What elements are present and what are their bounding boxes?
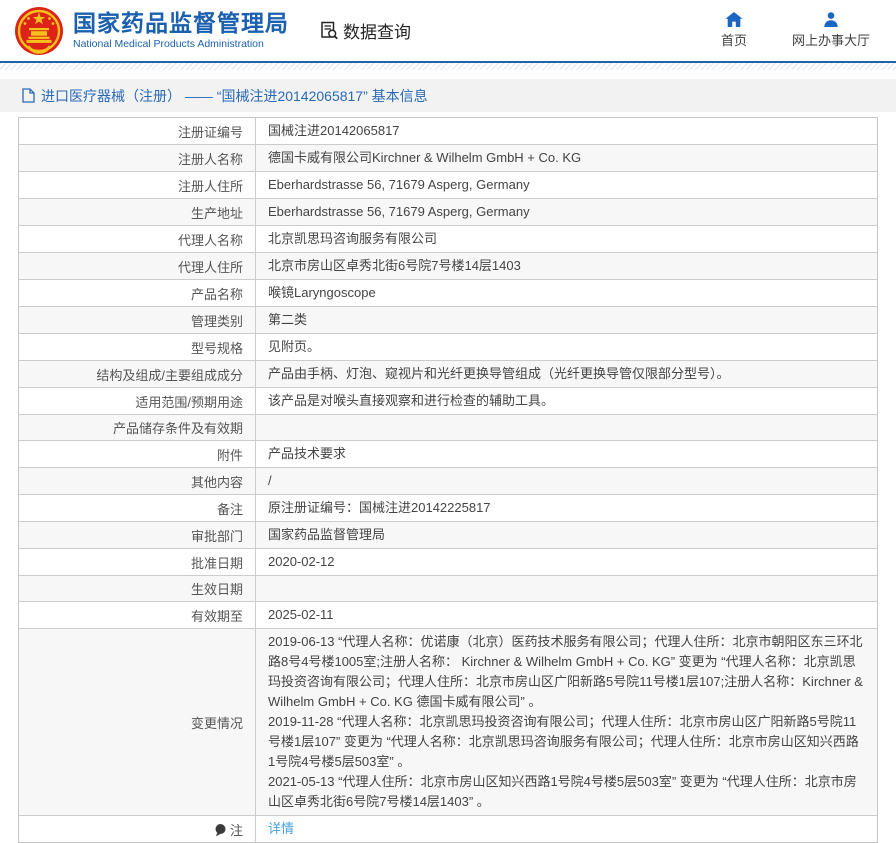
row-label: 变更情况 — [19, 629, 256, 815]
row-value: 国家药品监督管理局 — [256, 522, 877, 548]
person-icon — [823, 12, 839, 27]
table-row: 注册人名称德国卡威有限公司Kirchner & Wilhelm GmbH + C… — [19, 144, 877, 171]
row-label: 有效期至 — [19, 602, 256, 628]
table-row: 批准日期2020-02-12 — [19, 548, 877, 575]
nav-home-label: 首页 — [721, 30, 747, 49]
row-value: 2019-06-13 “代理人名称：优诺康（北京）医药技术服务有限公司；代理人住… — [256, 629, 877, 815]
table-row: 代理人住所北京市房山区卓秀北街6号院7号楼14层1403 — [19, 252, 877, 279]
table-row: 有效期至2025-02-11 — [19, 601, 877, 628]
row-label: 结构及组成/主要组成成分 — [19, 361, 256, 387]
table-row: 注册人住所Eberhardstrasse 56, 71679 Asperg, G… — [19, 171, 877, 198]
row-value: 详情 — [256, 816, 877, 842]
row-label: 产品储存条件及有效期 — [19, 415, 256, 440]
row-label: 注册人住所 — [19, 172, 256, 198]
row-value: 见附页。 — [256, 334, 877, 360]
row-label: 注 — [19, 816, 256, 842]
row-label: 生产地址 — [19, 199, 256, 225]
row-label: 批准日期 — [19, 549, 256, 575]
table-row: 附件产品技术要求 — [19, 440, 877, 467]
row-label: 附件 — [19, 441, 256, 467]
row-value — [256, 576, 877, 601]
row-label: 型号规格 — [19, 334, 256, 360]
table-row: 生产地址Eberhardstrasse 56, 71679 Asperg, Ge… — [19, 198, 877, 225]
document-icon — [22, 88, 35, 103]
table-row: 注详情 — [19, 815, 877, 842]
row-value: Eberhardstrasse 56, 71679 Asperg, German… — [256, 199, 877, 225]
row-value: 产品由手柄、灯泡、窥视片和光纤更换导管组成（光纤更换导管仅限部分型号）。 — [256, 361, 877, 387]
table-row: 产品储存条件及有效期 — [19, 414, 877, 440]
row-value: 该产品是对喉头直接观察和进行检查的辅助工具。 — [256, 388, 877, 414]
table-row: 生效日期 — [19, 575, 877, 601]
table-row: 其他内容/ — [19, 467, 877, 494]
breadcrumb-text: 进口医疗器械（注册） —— “国械注进20142065817” 基本信息 — [41, 86, 428, 106]
row-value: 德国卡威有限公司Kirchner & Wilhelm GmbH + Co. KG — [256, 145, 877, 171]
site-title: 国家药品监督管理局 — [73, 11, 289, 36]
row-value: / — [256, 468, 877, 494]
row-label: 审批部门 — [19, 522, 256, 548]
breadcrumb: 进口医疗器械（注册） —— “国械注进20142065817” 基本信息 — [0, 79, 896, 112]
table-row: 型号规格见附页。 — [19, 333, 877, 360]
row-value: 第二类 — [256, 307, 877, 333]
row-value: 原注册证编号：国械注进20142225817 — [256, 495, 877, 521]
row-value: 国械注进20142065817 — [256, 118, 877, 144]
row-label: 注册人名称 — [19, 145, 256, 171]
table-row: 结构及组成/主要组成成分产品由手柄、灯泡、窥视片和光纤更换导管组成（光纤更换导管… — [19, 360, 877, 387]
comment-bubble-icon — [214, 823, 227, 837]
row-value: 产品技术要求 — [256, 441, 877, 467]
row-label: 注册证编号 — [19, 118, 256, 144]
national-emblem-logo — [14, 6, 64, 56]
table-row: 审批部门国家药品监督管理局 — [19, 521, 877, 548]
row-label: 适用范围/预期用途 — [19, 388, 256, 414]
row-label: 备注 — [19, 495, 256, 521]
nav-home[interactable]: 首页 — [710, 12, 758, 49]
row-label: 产品名称 — [19, 280, 256, 306]
data-query-link[interactable]: 数据查询 — [319, 18, 411, 43]
table-row: 备注原注册证编号：国械注进20142225817 — [19, 494, 877, 521]
nav-service-hall[interactable]: 网上办事大厅 — [792, 12, 870, 49]
registration-info-table: 注册证编号国械注进20142065817注册人名称德国卡威有限公司Kirchne… — [18, 117, 878, 843]
row-value: 喉镜Laryngoscope — [256, 280, 877, 306]
row-label: 代理人住所 — [19, 253, 256, 279]
row-value: Eberhardstrasse 56, 71679 Asperg, German… — [256, 172, 877, 198]
row-value: 2025-02-11 — [256, 602, 877, 628]
details-link[interactable]: 详情 — [268, 819, 865, 839]
data-query-label: 数据查询 — [343, 18, 411, 43]
document-search-icon — [319, 20, 340, 41]
table-row: 注册证编号国械注进20142065817 — [19, 118, 877, 144]
table-row: 变更情况2019-06-13 “代理人名称：优诺康（北京）医药技术服务有限公司；… — [19, 628, 877, 815]
row-label: 其他内容 — [19, 468, 256, 494]
row-label: 管理类别 — [19, 307, 256, 333]
top-nav: 首页 网上办事大厅 — [710, 12, 882, 49]
table-row: 适用范围/预期用途该产品是对喉头直接观察和进行检查的辅助工具。 — [19, 387, 877, 414]
row-label: 生效日期 — [19, 576, 256, 601]
row-value: 北京市房山区卓秀北街6号院7号楼14层1403 — [256, 253, 877, 279]
table-row: 代理人名称北京凯思玛咨询服务有限公司 — [19, 225, 877, 252]
row-label: 代理人名称 — [19, 226, 256, 252]
table-row: 管理类别第二类 — [19, 306, 877, 333]
table-row: 产品名称喉镜Laryngoscope — [19, 279, 877, 306]
site-header: 国家药品监督管理局 National Medical Products Admi… — [0, 0, 896, 61]
hatch-strip — [0, 63, 896, 70]
row-value — [256, 415, 877, 440]
home-icon — [725, 12, 743, 27]
nav-service-hall-label: 网上办事大厅 — [792, 30, 870, 49]
site-subtitle: National Medical Products Administration — [73, 39, 289, 51]
row-value: 北京凯思玛咨询服务有限公司 — [256, 226, 877, 252]
row-value: 2020-02-12 — [256, 549, 877, 575]
